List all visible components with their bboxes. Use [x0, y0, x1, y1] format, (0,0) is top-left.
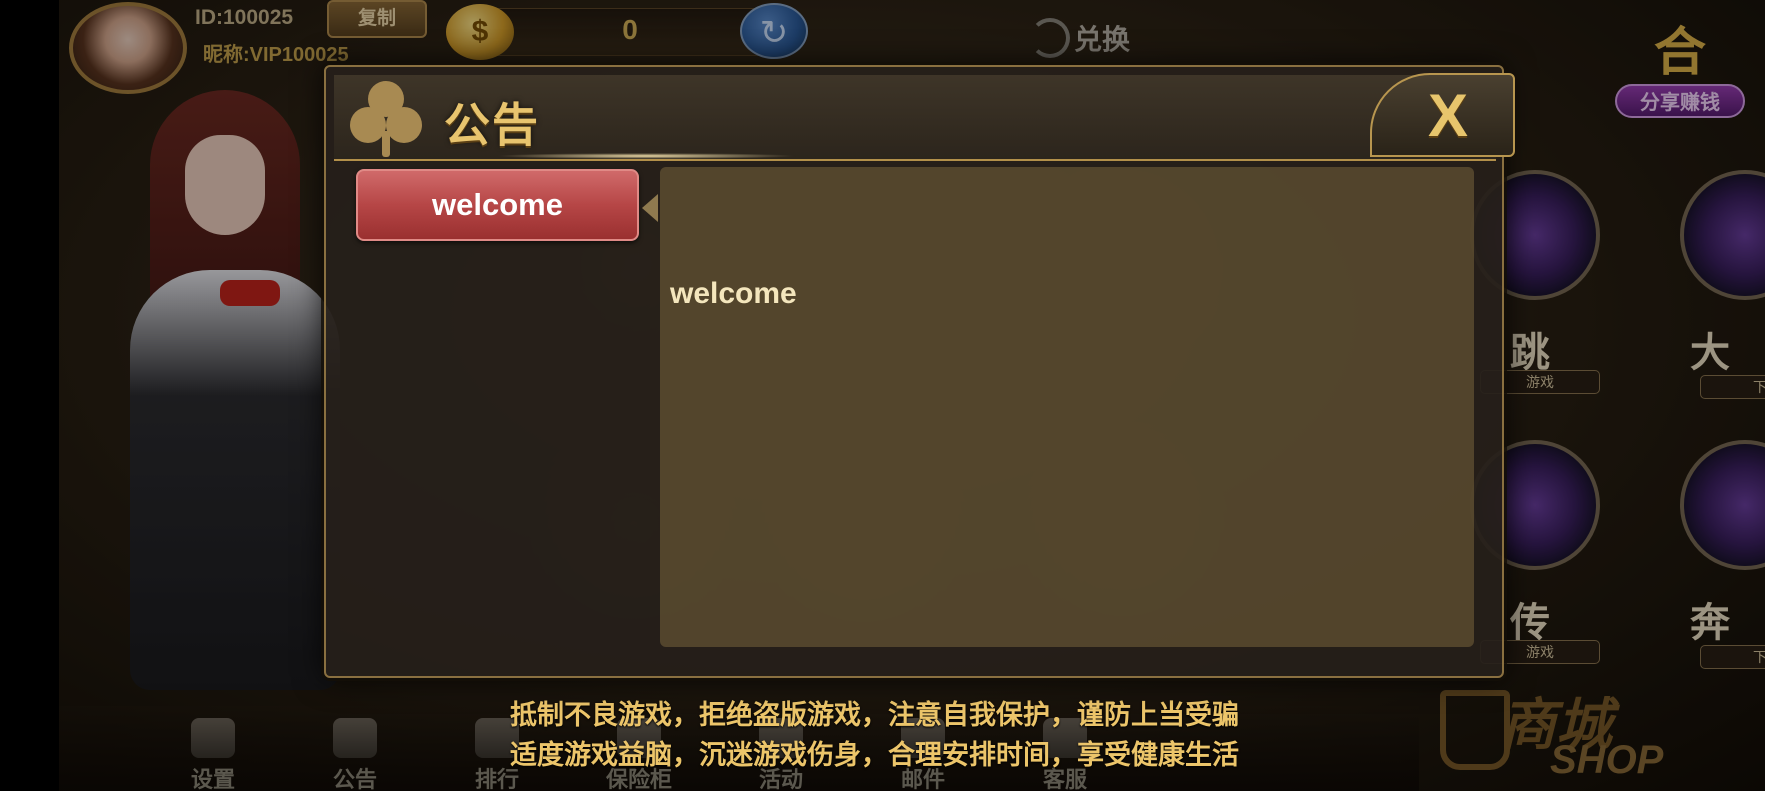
announcement-content-panel: welcome: [660, 167, 1474, 647]
notice-line-1: 抵制不良游戏，拒绝盗版游戏，注意自我保护，谨防上当受骗: [510, 700, 1239, 730]
notice-line-2: 适度游戏益脑，沉迷游戏伤身，合理安排时间，享受健康生活: [510, 740, 1239, 770]
announcement-text: welcome: [670, 277, 797, 310]
tab-pointer-icon: [642, 194, 658, 222]
close-button[interactable]: X: [1370, 73, 1515, 157]
close-icon: X: [1428, 82, 1469, 149]
clover-icon: [346, 79, 426, 159]
dialog-header: 公告 X: [334, 73, 1515, 161]
announcement-dialog: 公告 X welcome welcome: [324, 65, 1515, 678]
header-glow: [496, 153, 796, 159]
health-notice: 抵制不良游戏，拒绝盗版游戏，注意自我保护，谨防上当受骗 适度游戏益脑，沉迷游戏伤…: [510, 695, 1330, 775]
dialog-title: 公告: [444, 99, 540, 151]
announcement-tab-welcome[interactable]: welcome: [356, 169, 639, 241]
